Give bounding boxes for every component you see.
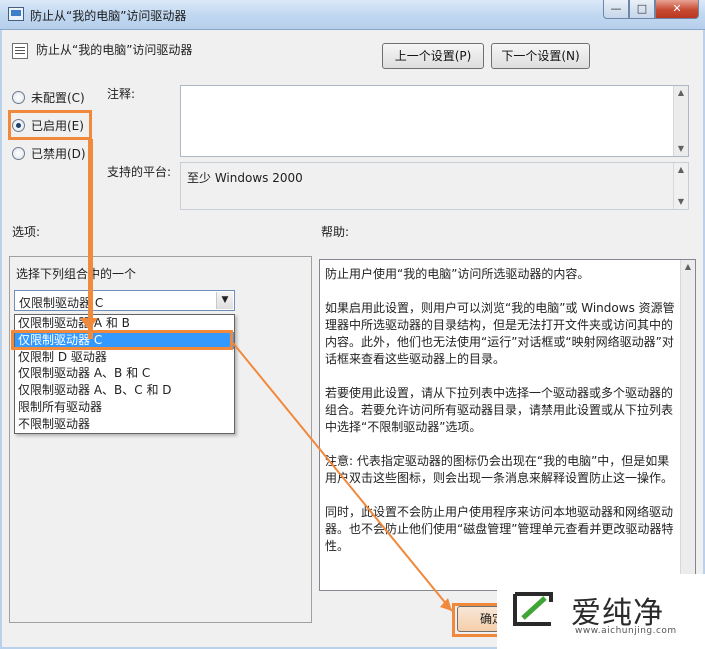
annotation-arrow-overlay xyxy=(80,318,453,612)
watermark: 爱纯净 www.aichunjing.com xyxy=(497,574,705,649)
annotation-arrow-line-diagonal xyxy=(232,342,453,612)
watermark-url: www.aichunjing.com xyxy=(575,626,677,636)
dialog-window: 防止从“我的电脑”访问驱动器 — □ ✕ 防止从“我的电脑”访问驱动器 上一个设… xyxy=(0,0,705,649)
arrow-head-down-icon xyxy=(80,318,98,330)
watermark-logo-icon xyxy=(513,592,553,626)
